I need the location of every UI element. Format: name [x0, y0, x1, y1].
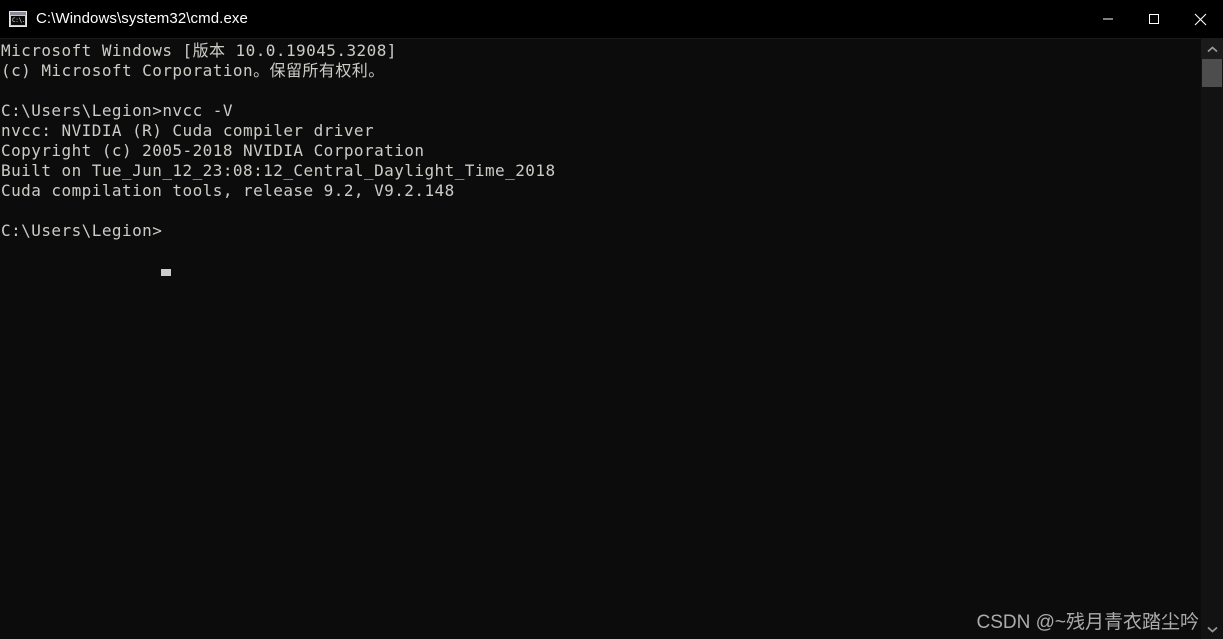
console-line: Built on Tue_Jun_12_23:08:12_Central_Day…	[1, 161, 556, 180]
title-bar[interactable]: C:\. C:\Windows\system32\cmd.exe	[0, 0, 1223, 39]
window-controls	[1085, 0, 1223, 38]
console-output[interactable]: Microsoft Windows [版本 10.0.19045.3208] (…	[0, 39, 1201, 639]
window-title: C:\Windows\system32\cmd.exe	[36, 10, 248, 27]
csdn-watermark: CSDN @~残月青衣踏尘吟	[976, 612, 1200, 633]
icon-prompt-text: C:\.	[11, 16, 25, 25]
scroll-thumb[interactable]	[1202, 59, 1222, 87]
minimize-button[interactable]	[1085, 0, 1131, 38]
cmd-window-icon: C:\.	[9, 11, 27, 27]
close-button[interactable]	[1177, 0, 1223, 38]
scroll-down-arrow[interactable]	[1201, 619, 1223, 639]
console-line: (c) Microsoft Corporation。保留所有权利。	[1, 61, 385, 80]
scroll-track[interactable]	[1201, 59, 1223, 619]
scroll-up-arrow[interactable]	[1201, 39, 1223, 59]
console-line: Copyright (c) 2005-2018 NVIDIA Corporati…	[1, 141, 425, 160]
console-line: nvcc: NVIDIA (R) Cuda compiler driver	[1, 121, 375, 140]
console-line: Microsoft Windows [版本 10.0.19045.3208]	[1, 41, 397, 60]
icon-titlebar-strip	[10, 12, 26, 15]
vertical-scrollbar[interactable]	[1201, 39, 1223, 639]
console-body[interactable]: Microsoft Windows [版本 10.0.19045.3208] (…	[0, 39, 1223, 639]
text-cursor	[161, 269, 171, 276]
console-prompt-line: C:\Users\Legion>	[1, 221, 163, 240]
console-line: Cuda compilation tools, release 9.2, V9.…	[1, 181, 455, 200]
cmd-window: C:\. C:\Windows\system32\cmd.exe Microso…	[0, 0, 1223, 639]
maximize-button[interactable]	[1131, 0, 1177, 38]
console-line: C:\Users\Legion>nvcc -V	[1, 101, 233, 120]
